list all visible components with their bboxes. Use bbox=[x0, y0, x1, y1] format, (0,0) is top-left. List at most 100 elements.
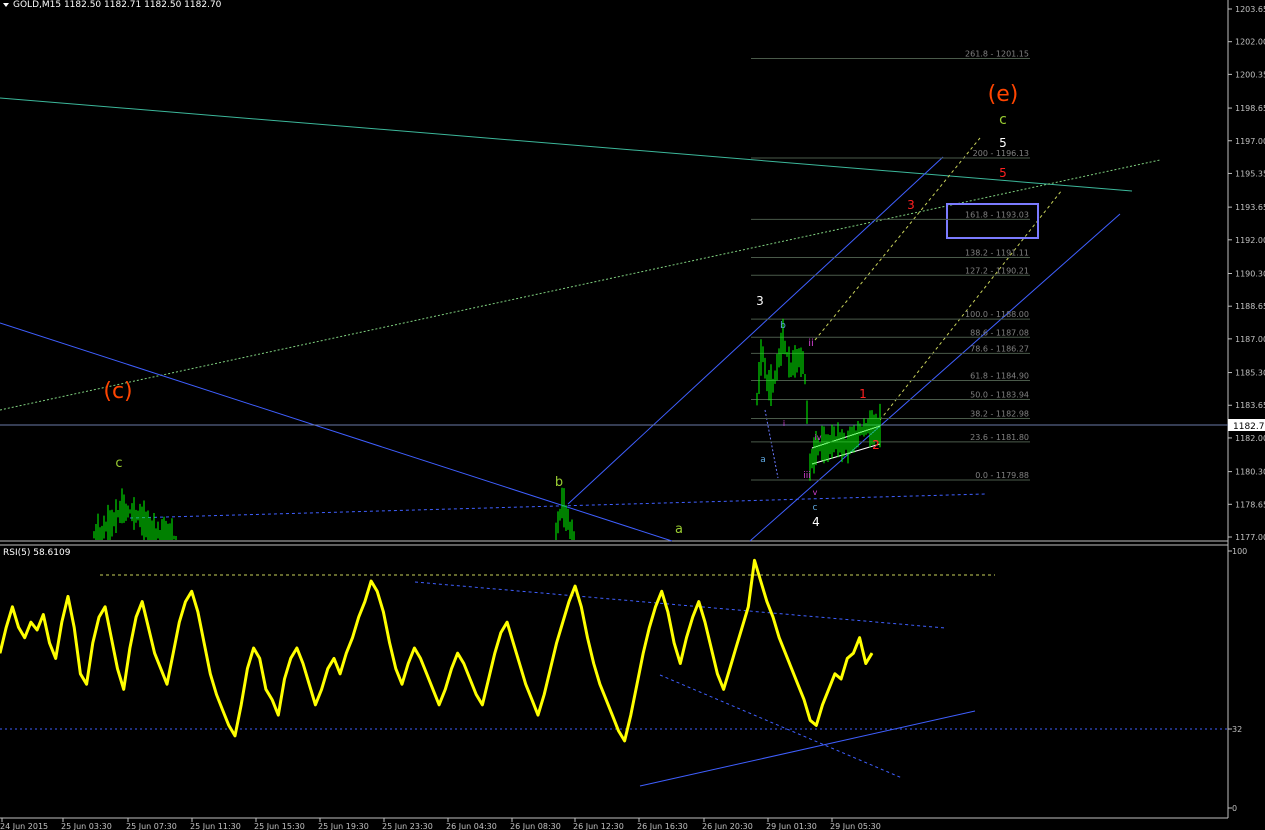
rsi-point bbox=[283, 678, 285, 680]
rsi-point bbox=[265, 688, 267, 690]
time-tick-label: 25 Jun 23:30 bbox=[382, 822, 433, 830]
rsi-point bbox=[593, 663, 595, 665]
price-tick-label: 1177.00 bbox=[1235, 533, 1265, 542]
rsi-point bbox=[420, 657, 422, 659]
price-tick-label: 1200.35 bbox=[1235, 70, 1265, 79]
rsi-point bbox=[871, 652, 873, 654]
rsi-point bbox=[172, 652, 174, 654]
rsi-point bbox=[747, 606, 749, 608]
rsi-point bbox=[556, 642, 558, 644]
wave-label: c bbox=[813, 503, 818, 513]
rsi-point bbox=[587, 637, 589, 639]
rsi-point bbox=[345, 652, 347, 654]
rsi-point bbox=[401, 683, 403, 685]
rsi-point bbox=[123, 688, 125, 690]
rsi-point bbox=[234, 735, 236, 737]
rsi-point bbox=[364, 601, 366, 603]
wave-label: (c) bbox=[103, 379, 132, 404]
rsi-point bbox=[481, 704, 483, 706]
rsi-point bbox=[859, 637, 861, 639]
rsi-point bbox=[840, 678, 842, 680]
rsi-point bbox=[822, 704, 824, 706]
rsi-point bbox=[352, 637, 354, 639]
rsi-point bbox=[846, 657, 848, 659]
wave-label: c bbox=[115, 456, 122, 471]
price-tick-label: 1180.30 bbox=[1235, 468, 1265, 477]
fib-label: 100.0 - 1188.00 bbox=[965, 310, 1029, 319]
rsi-point bbox=[154, 652, 156, 654]
rsi-point bbox=[753, 559, 755, 561]
fib-label: 50.0 - 1183.94 bbox=[970, 391, 1029, 400]
rsi-point bbox=[178, 621, 180, 623]
rsi-point bbox=[413, 647, 415, 649]
trading-chart: 261.8 - 1201.15 200 - 1196.13 161.8 - 1193… bbox=[0, 0, 1265, 830]
price-tick-label: 1202.00 bbox=[1235, 38, 1265, 47]
rsi-point bbox=[147, 626, 149, 628]
rsi-point bbox=[828, 688, 830, 690]
wave-label: (e) bbox=[988, 82, 1019, 107]
rsi-point bbox=[648, 626, 650, 628]
rsi-point bbox=[117, 668, 119, 670]
rsi-point bbox=[79, 673, 81, 675]
rsi-point bbox=[543, 693, 545, 695]
rsi-point bbox=[685, 637, 687, 639]
rsi-point bbox=[259, 657, 261, 659]
rsi-point bbox=[191, 590, 193, 592]
rsi-point bbox=[667, 611, 669, 613]
wave-label: iv bbox=[815, 433, 822, 442]
rsi-point bbox=[463, 663, 465, 665]
rsi-point bbox=[469, 678, 471, 680]
rsi-point bbox=[574, 585, 576, 587]
wave-label: 2 bbox=[872, 438, 880, 452]
rsi-point bbox=[494, 652, 496, 654]
rsi-point bbox=[389, 642, 391, 644]
rsi-point bbox=[228, 724, 230, 726]
price-tick-label: 1195.35 bbox=[1235, 169, 1265, 178]
rsi-point bbox=[865, 663, 867, 665]
time-tick-label: 26 Jun 12:30 bbox=[573, 822, 624, 830]
rsi-point bbox=[67, 595, 69, 597]
rsi-point bbox=[141, 601, 143, 603]
rsi-point bbox=[760, 580, 762, 582]
fib-label: 261.8 - 1201.15 bbox=[965, 50, 1029, 59]
rsi-tick-label: 0 bbox=[1232, 804, 1237, 813]
rsi-point bbox=[290, 657, 292, 659]
wave-label: b bbox=[780, 321, 786, 331]
wave-label: a bbox=[760, 455, 766, 465]
rsi-point bbox=[308, 683, 310, 685]
rsi-point bbox=[791, 668, 793, 670]
rsi-point bbox=[271, 699, 273, 701]
rsi-point bbox=[778, 637, 780, 639]
price-tick-label: 1203.65 bbox=[1235, 5, 1265, 14]
rsi-point bbox=[24, 637, 26, 639]
wave-label: 4 bbox=[812, 515, 820, 529]
rsi-point bbox=[246, 668, 248, 670]
time-tick-label: 26 Jun 08:30 bbox=[510, 822, 561, 830]
price-tick-label: 1192.00 bbox=[1235, 236, 1265, 245]
rsi-point bbox=[277, 714, 279, 716]
rsi-point bbox=[679, 663, 681, 665]
price-tick-label: 1187.00 bbox=[1235, 335, 1265, 344]
price-tick-label: 1188.65 bbox=[1235, 302, 1265, 311]
rsi-point bbox=[624, 740, 626, 742]
rsi-point bbox=[531, 699, 533, 701]
time-tick-label: 29 Jun 01:30 bbox=[766, 822, 817, 830]
rsi-point bbox=[834, 673, 836, 675]
wave-label: a bbox=[675, 522, 683, 537]
wave-label: 3 bbox=[907, 198, 915, 212]
rsi-point bbox=[772, 616, 774, 618]
rsi-point bbox=[562, 621, 564, 623]
rsi-point bbox=[240, 704, 242, 706]
rsi-point bbox=[655, 606, 657, 608]
time-tick-label: 25 Jun 03:30 bbox=[61, 822, 112, 830]
rsi-point bbox=[73, 626, 75, 628]
rsi-point bbox=[506, 621, 508, 623]
rsi-tick-label: 32 bbox=[1232, 725, 1242, 734]
time-tick-label: 29 Jun 05:30 bbox=[830, 822, 881, 830]
rsi-point bbox=[426, 673, 428, 675]
rsi-point bbox=[5, 626, 7, 628]
rsi-point bbox=[222, 709, 224, 711]
rsi-point bbox=[766, 601, 768, 603]
rsi-point bbox=[253, 647, 255, 649]
wave-label: v bbox=[813, 488, 818, 497]
